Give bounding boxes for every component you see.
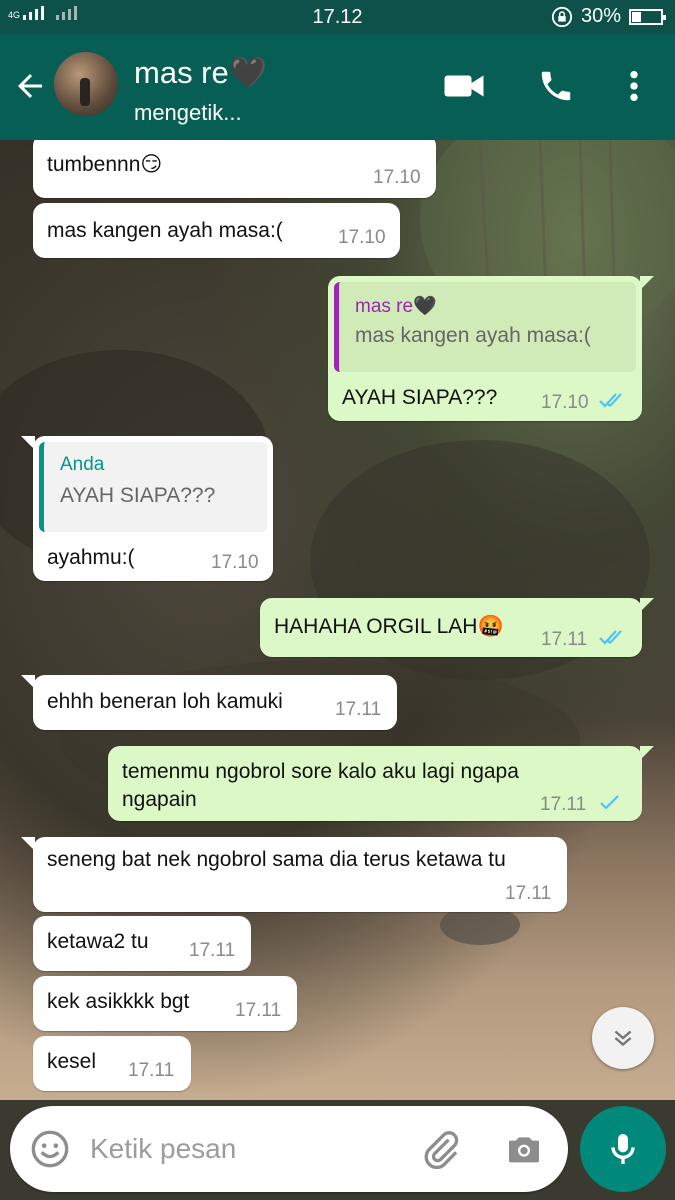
arrow-left-icon[interactable] (12, 68, 48, 104)
avatar[interactable] (54, 52, 118, 116)
message-bubble-incoming[interactable]: ehhh beneran loh kamuki 17.11 (21, 675, 397, 730)
quoted-sender: Anda (60, 454, 105, 475)
message-text: mas kangen ayah masa:( (47, 219, 283, 242)
video-call-icon[interactable] (442, 64, 486, 108)
quoted-message[interactable]: Anda AYAH SIAPA??? (39, 442, 267, 532)
message-input-bar: Ketik pesan (10, 1106, 568, 1192)
message-text: kek asikkkk bgt (47, 990, 190, 1013)
double-check-icon (599, 630, 622, 645)
message-input[interactable]: Ketik pesan (90, 1133, 236, 1165)
double-chevron-down-icon (614, 1030, 632, 1047)
message-text: ketawa2 tu (47, 930, 149, 953)
message-text: ayahmu:( (47, 546, 135, 569)
quoted-text: mas kangen ayah masa:( (355, 324, 591, 347)
message-time: 17.10 (373, 167, 421, 188)
message-text: HAHAHA ORGIL LAH🤬 (274, 615, 504, 638)
contact-name[interactable]: mas re🖤 (134, 54, 267, 91)
message-text: ehhh beneran loh kamuki (47, 690, 283, 713)
phone-icon[interactable] (534, 64, 578, 108)
rotation-lock-icon (551, 6, 573, 27)
message-bubble-incoming[interactable]: kek asikkkk bgt 17.11 (33, 976, 297, 1031)
single-check-icon (600, 795, 619, 810)
quoted-text: AYAH SIAPA??? (60, 484, 216, 507)
message-time: 17.10 (211, 552, 259, 573)
chat-header: mas re🖤 mengetik... (0, 34, 675, 140)
mic-icon (611, 1134, 635, 1164)
message-bubble-incoming[interactable]: seneng bat nek ngobrol sama dia terus ke… (21, 837, 567, 912)
message-time: 17.11 (541, 629, 588, 650)
message-time: 17.10 (338, 227, 386, 248)
battery-icon (629, 8, 666, 25)
message-time: 17.11 (335, 699, 382, 720)
scroll-to-bottom-button[interactable] (592, 1007, 654, 1069)
message-time: 17.11 (505, 883, 552, 904)
message-bubble-incoming[interactable]: tumbennn😏 17.10 (33, 140, 436, 198)
message-time: 17.11 (189, 940, 236, 961)
mic-button[interactable] (580, 1106, 666, 1192)
message-bubble-incoming[interactable]: ketawa2 tu 17.11 (33, 916, 251, 971)
message-text: AYAH SIAPA??? (342, 386, 498, 409)
message-text: kesel (47, 1050, 97, 1073)
status-bar: 4G 17.12 30% (0, 0, 675, 34)
message-bubble-outgoing[interactable]: HAHAHA ORGIL LAH🤬 17.11 (260, 598, 654, 657)
message-time: 17.11 (128, 1060, 175, 1081)
paperclip-icon[interactable] (419, 1127, 463, 1171)
double-check-icon (599, 393, 622, 408)
message-bubble-incoming[interactable]: mas kangen ayah masa:( 17.10 (33, 203, 400, 258)
message-bubble-outgoing[interactable]: temenmu ngobrol sore kalo aku lagi ngapa… (108, 746, 654, 821)
message-text: tumbennn😏 (47, 153, 163, 176)
message-bubble-outgoing[interactable]: mas re🖤 mas kangen ayah masa:( AYAH SIAP… (328, 276, 654, 421)
message-text: seneng bat nek ngobrol sama dia terus ke… (47, 848, 506, 871)
more-vert-icon[interactable] (612, 64, 656, 108)
typing-status: mengetik... (134, 100, 242, 125)
message-time: 17.11 (235, 1000, 282, 1021)
chat-area[interactable]: tumbennn😏 17.10 mas kangen ayah masa:( 1… (0, 140, 675, 1100)
message-bubble-incoming[interactable]: kesel 17.11 (33, 1036, 191, 1091)
battery-percent: 30% (580, 5, 621, 27)
message-time: 17.10 (541, 392, 589, 413)
quoted-message[interactable]: mas re🖤 mas kangen ayah masa:( (334, 282, 636, 372)
message-text: temenmu ngobrol sore kalo aku lagi ngapa… (122, 760, 519, 811)
emoji-icon[interactable] (28, 1127, 72, 1171)
message-time: 17.11 (540, 794, 587, 815)
quoted-sender: mas re🖤 (355, 296, 437, 317)
camera-icon[interactable] (502, 1127, 546, 1171)
message-bubble-incoming[interactable]: Anda AYAH SIAPA??? ayahmu:( 17.10 (21, 436, 273, 581)
